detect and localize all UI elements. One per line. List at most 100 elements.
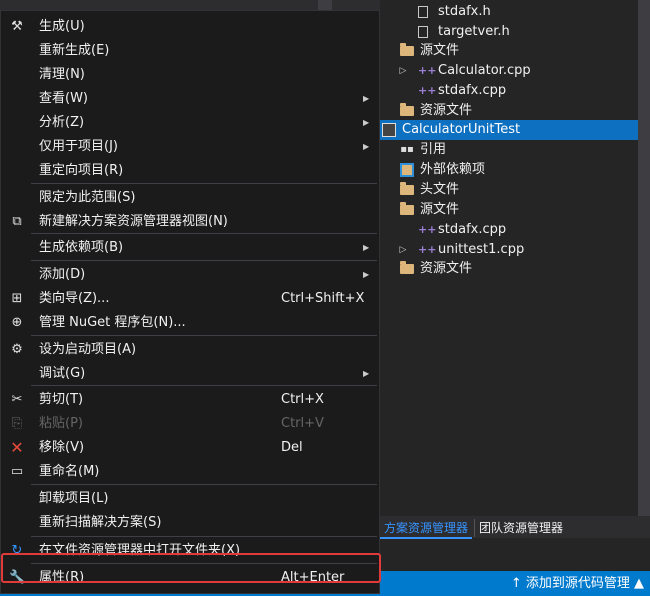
expand-arrow-icon[interactable]: ▷ [398,61,408,81]
tree-item[interactable]: ++ stdafx.cpp [380,220,638,240]
header-file-icon [418,6,428,18]
menu-item-label: 重命名(M) [39,464,100,479]
tree-item[interactable]: 源文件 [380,200,638,220]
menu-item-label: 卸载项目(L) [39,491,109,506]
tree-item[interactable]: 头文件 [380,180,638,200]
tree-item-label: stdafx.cpp [438,222,507,237]
tree-item[interactable]: 外部依赖项 [380,160,638,180]
folder-icon [400,43,414,56]
menu-item-set-startup[interactable]: ⚙ 设为启动项目(A) [1,338,379,362]
menu-separator [31,183,377,184]
menu-item-label: 设为启动项目(A) [39,342,137,357]
menu-item-clean[interactable]: 清理(N) [1,63,379,87]
menu-item-label: 重定向项目(R) [39,163,124,178]
menu-item-rebuild[interactable]: 重新生成(E) [1,39,379,63]
menu-separator [31,335,377,336]
nuget-icon: ⊕ [11,315,23,330]
menu-item-label: 重新扫描解决方案(S) [39,515,162,530]
context-menu: ⚒ 生成(U) 重新生成(E) 清理(N) 查看(W) ▶ 分析(Z) ▶ 仅用于项目(J) ▶ 重… [0,10,380,594]
tree-item[interactable]: ▷ ++ unittest1.cpp [380,240,638,260]
project-icon [382,123,396,137]
folder-icon [400,261,414,274]
menu-item-label: 移除(V) [39,440,85,455]
tree-item-label: CalculatorUnitTest [402,122,521,137]
tree-item[interactable]: ++ stdafx.cpp [380,81,638,101]
tree-item-label: 资源文件 [420,103,473,118]
tree-item[interactable]: ▷ ++ Calculator.cpp [380,61,638,81]
tree-item-label: 外部依赖项 [420,162,486,177]
menu-item-build[interactable]: ⚒ 生成(U) [1,15,379,39]
header-file-icon [418,26,428,38]
menu-item-label: 生成(U) [39,19,85,34]
tree-item-label: targetver.h [438,24,510,39]
menu-item-scope-to-this[interactable]: 限定为此范围(S) [1,186,379,210]
cpp-file-icon: ++ [418,243,437,256]
tree-item-label: stdafx.h [438,4,491,19]
menu-item-label: 类向导(Z)... [39,291,110,306]
menu-separator [31,536,377,537]
tree-item-label: 源文件 [420,43,460,58]
menu-item-rename[interactable]: ▭ 重命名(M) [1,460,379,484]
properties-highlight-annotation [1,553,381,583]
menu-item-view[interactable]: 查看(W) ▶ [1,87,379,111]
cpp-file-icon: ++ [418,64,437,77]
menu-item-manage-nuget[interactable]: ⊕ 管理 NuGet 程序包(N)... [1,311,379,335]
paste-icon: ⎘ [11,416,23,431]
menu-item-shortcut: Ctrl+V [281,416,324,431]
external-deps-icon [400,163,414,177]
submenu-arrow-icon: ▶ [363,142,370,151]
scissors-icon: ✂ [11,392,23,407]
menu-item-shortcut: Ctrl+X [281,392,324,407]
menu-item-label: 管理 NuGet 程序包(N)... [39,315,186,330]
menu-item-unload[interactable]: 卸载项目(L) [1,487,379,511]
tree-item[interactable]: targetver.h [380,22,638,42]
tree-item-label: Calculator.cpp [438,63,531,78]
menu-item-label: 清理(N) [39,67,85,82]
expand-arrow-icon[interactable]: ▷ [398,240,408,260]
menu-item-add[interactable]: 添加(D) ▶ [1,263,379,287]
tree-item[interactable]: stdafx.h [380,2,638,22]
menu-item-rescan[interactable]: 重新扫描解决方案(S) [1,511,379,535]
add-to-source-control-button[interactable]: ↑ 添加到源代码管理 ▲ [511,571,644,596]
tree-item-label: 资源文件 [420,261,473,276]
submenu-arrow-icon: ▶ [363,369,370,378]
tree-item-label: unittest1.cpp [438,242,525,257]
new-view-icon: ⧉ [12,214,22,229]
menu-item-label: 调试(G) [39,366,86,381]
menu-item-label: 添加(D) [39,267,86,282]
menu-item-class-wizard[interactable]: ⊞ 类向导(Z)... Ctrl+Shift+X [1,287,379,311]
menu-item-project-only[interactable]: 仅用于项目(J) ▶ [1,135,379,159]
tree-item[interactable]: 资源文件 [380,101,638,121]
menu-item-build-dependencies[interactable]: 生成依赖项(B) ▶ [1,236,379,260]
tree-item[interactable]: CalculatorUnitTest [380,120,638,140]
tab-solution-explorer[interactable]: 方案资源管理器 [380,519,473,539]
submenu-arrow-icon: ▶ [363,94,370,103]
tab-team-explorer[interactable]: 团队资源管理器 [474,519,567,537]
tree-item[interactable]: 源文件 [380,41,638,61]
tree-item[interactable]: ▪▪ 引用 [380,140,638,160]
menu-item-label: 新建解决方案资源管理器视图(N) [39,214,228,229]
menu-separator [31,484,377,485]
menu-item-cut[interactable]: ✂ 剪切(T) Ctrl+X [1,388,379,412]
tree-item-label: 源文件 [420,202,460,217]
remove-icon: ✕ [10,438,24,457]
menu-item-analyze[interactable]: 分析(Z) ▶ [1,111,379,135]
menu-item-label: 粘贴(P) [39,416,83,431]
submenu-arrow-icon: ▶ [363,243,370,252]
cpp-file-icon: ++ [418,223,437,236]
tree-item[interactable]: 资源文件 [380,259,638,279]
references-icon: ▪▪ [400,144,414,155]
tree-item-label: stdafx.cpp [438,83,507,98]
menu-item-label: 生成依赖项(B) [39,240,124,255]
menu-item-retarget[interactable]: 重定向项目(R) [1,159,379,183]
menu-item-new-explorer-view[interactable]: ⧉ 新建解决方案资源管理器视图(N) [1,210,379,234]
menu-item-debug[interactable]: 调试(G) ▶ [1,362,379,386]
solution-explorer-scrollbar[interactable] [638,0,650,516]
folder-icon [400,103,414,116]
menu-item-shortcut: Del [281,440,303,455]
menu-item-remove[interactable]: ✕ 移除(V) Del [1,436,379,460]
solution-explorer-tree: stdafx.h targetver.h 源文件 ▷ ++ Calculator.cpp +… [380,0,638,516]
menu-separator [31,260,377,261]
tree-item-label: 头文件 [420,182,460,197]
menu-item-label: 重新生成(E) [39,43,110,58]
